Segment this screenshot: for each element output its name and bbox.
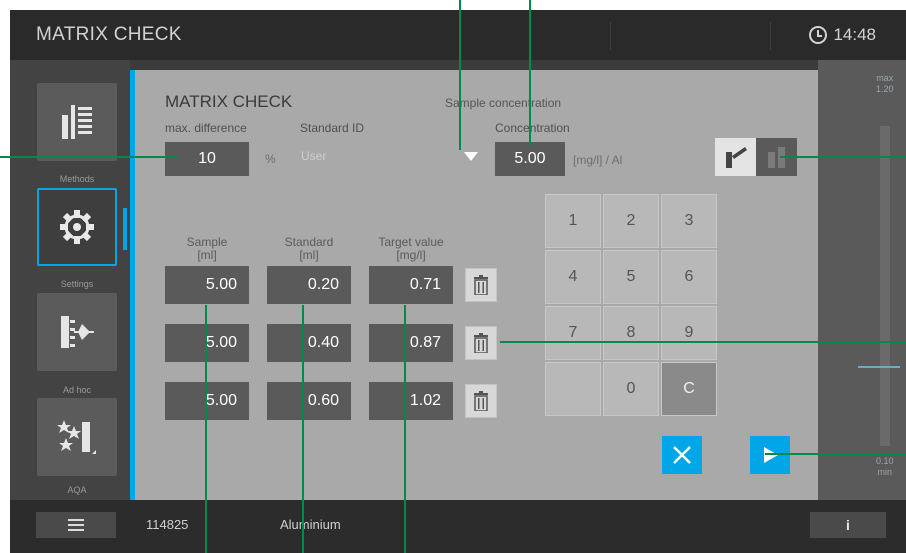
target-value-field: 0.71 [369, 266, 453, 304]
standard-field[interactable]: 0.20 [267, 266, 351, 304]
max-difference-field[interactable]: 10 [165, 142, 249, 176]
keypad-key-1[interactable]: 1 [545, 194, 601, 248]
sidebar-item-methods[interactable] [37, 83, 117, 161]
callout-line [205, 305, 207, 553]
target-value-field: 0.87 [369, 324, 453, 362]
gauge-min: 0.10 min [876, 456, 894, 477]
keypad-key-6[interactable]: 6 [661, 250, 717, 304]
sidebar-item-aqa[interactable] [37, 398, 117, 476]
concentration-unit: [mg/l] / Al [573, 153, 623, 167]
sidebar: Methods Settings Ad hoc AQA [10, 60, 130, 500]
bottom-bar: 114825 Aluminium i [10, 500, 906, 553]
method-name: Aluminium [280, 517, 341, 532]
standard-field[interactable]: 0.60 [267, 382, 351, 420]
standard-field[interactable]: 0.40 [267, 324, 351, 362]
sidebar-item-label: Ad hoc [62, 385, 92, 395]
section-label: Sample concentration [445, 96, 562, 110]
gauge-track [880, 126, 890, 446]
close-icon [673, 446, 691, 464]
hamburger-icon [68, 519, 84, 521]
keypad-key-5[interactable]: 5 [603, 250, 659, 304]
app-title: MATRIX CHECK [36, 24, 182, 45]
clock-icon [809, 26, 828, 44]
mode-pipette-button[interactable] [715, 138, 756, 176]
panel-title: MATRIX CHECK [165, 92, 293, 111]
gauge-max: max 1.20 [876, 73, 894, 94]
method-number: 114825 [146, 517, 189, 532]
max-difference-label: max. difference [165, 121, 247, 135]
concentration-field[interactable]: 5.00 [495, 142, 565, 176]
clock: 14:48 [809, 25, 876, 45]
trash-icon [474, 275, 488, 295]
keypad-key-9[interactable]: 9 [661, 306, 717, 360]
keypad-key-4[interactable]: 4 [545, 250, 601, 304]
keypad-key-blank [545, 362, 601, 416]
delete-row-button[interactable] [465, 268, 497, 302]
column-header-standard: Standard [ml] [284, 235, 334, 262]
cancel-button[interactable] [662, 436, 702, 474]
callout-line [0, 156, 178, 158]
main-panel: MATRIX CHECK Sample concentration max. d… [130, 70, 818, 500]
ad-hoc-icon [61, 316, 94, 348]
sample-field[interactable]: 5.00 [165, 324, 249, 362]
column-header-target: Target value [mg/l] [378, 235, 444, 262]
keypad-key-0[interactable]: 0 [603, 362, 659, 416]
gear-icon [60, 210, 94, 244]
clock-time: 14:48 [833, 25, 876, 44]
column-header-sample: Sample [ml] [186, 235, 228, 262]
delete-row-button[interactable] [465, 384, 497, 418]
device-screen: MATRIX CHECK 14:48 Methods Settings Ad h… [10, 10, 906, 553]
numeric-keypad: 1 2 3 4 5 6 7 8 9 0 C [545, 194, 719, 418]
trash-icon [474, 333, 488, 353]
keypad-key-clear[interactable]: C [661, 362, 717, 416]
target-value-field: 1.02 [369, 382, 453, 420]
trash-icon [474, 391, 488, 411]
callout-line [765, 453, 906, 455]
chevron-down-icon [464, 151, 478, 161]
max-difference-unit: % [265, 152, 276, 166]
measurement-gauge: max 1.20 0.10 min [818, 60, 906, 500]
callout-line [500, 341, 906, 343]
info-button[interactable]: i [810, 512, 886, 538]
keypad-key-2[interactable]: 2 [603, 194, 659, 248]
sample-field[interactable]: 5.00 [165, 266, 249, 304]
sample-field[interactable]: 5.00 [165, 382, 249, 420]
aqa-icon [57, 420, 96, 454]
play-icon [764, 447, 778, 463]
callout-line [404, 305, 406, 553]
gauge-marker [858, 366, 900, 368]
menu-button[interactable] [36, 512, 116, 538]
active-indicator [123, 208, 127, 250]
top-bar: MATRIX CHECK 14:48 [10, 10, 906, 60]
sidebar-item-settings[interactable] [37, 188, 117, 266]
keypad-key-3[interactable]: 3 [661, 194, 717, 248]
sidebar-item-label: Settings [60, 279, 94, 289]
pipette-icon [725, 147, 747, 168]
callout-line [302, 305, 304, 553]
callout-line [780, 156, 906, 158]
sidebar-item-label: AQA [67, 485, 87, 495]
methods-icon [62, 105, 92, 139]
standard-id-value: User [301, 149, 327, 163]
top-divider [770, 22, 771, 50]
keypad-key-7[interactable]: 7 [545, 306, 601, 360]
concentration-label: Concentration [495, 121, 570, 135]
sidebar-item-ad-hoc[interactable] [37, 293, 117, 371]
callout-line [459, 0, 461, 150]
keypad-key-8[interactable]: 8 [603, 306, 659, 360]
top-divider [610, 22, 611, 50]
delete-row-button[interactable] [465, 326, 497, 360]
sidebar-item-label: Methods [59, 174, 95, 184]
standard-id-label: Standard ID [300, 121, 365, 135]
callout-line [529, 0, 531, 146]
start-button[interactable] [750, 436, 790, 474]
